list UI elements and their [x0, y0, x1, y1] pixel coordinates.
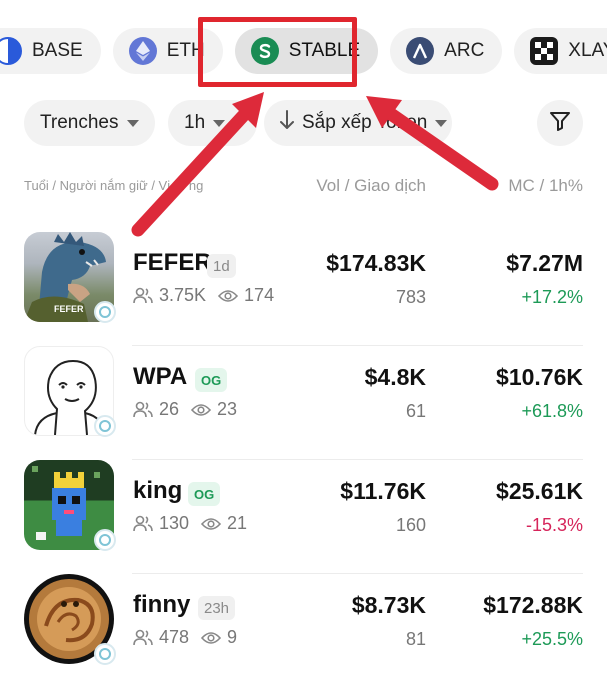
chain-badge-icon — [94, 529, 116, 551]
sort-dropdown[interactable]: Sắp xếp Token — [264, 100, 452, 146]
eye-icon — [201, 517, 222, 531]
token-transactions: 61 — [405, 401, 426, 421]
chain-chip-xlayer[interactable]: XLAYER — [514, 28, 607, 74]
holders-icon — [133, 287, 153, 305]
sort-label: Sắp xếp Token — [302, 112, 428, 133]
filter-icon — [549, 110, 571, 137]
trenches-dropdown[interactable]: Trenches — [24, 100, 155, 146]
views-count: 21 — [227, 513, 248, 533]
chain-label: BASE — [32, 40, 83, 61]
timeframe-label: 1h — [184, 112, 206, 133]
token-age-badge: 1d — [207, 254, 236, 278]
token-marketcap: $172.88K — [483, 592, 583, 618]
caret-down-icon — [435, 119, 448, 127]
token-list-screen: BASE ETH STABLE ARC XLAYER — [0, 0, 607, 680]
token-name: finny — [133, 591, 191, 618]
column-marketcap: MC / 1h% — [508, 176, 583, 195]
chain-chip-base[interactable]: BASE — [0, 28, 101, 74]
views-count: 174 — [244, 285, 275, 305]
eye-icon — [191, 403, 212, 417]
token-transactions: 783 — [395, 287, 426, 307]
token-og-badge: OG — [195, 368, 228, 392]
xlayer-icon — [530, 37, 559, 65]
holders-count: 3.75K — [159, 285, 207, 305]
token-row[interactable]: WPA OG 26 23 $4.8K 61 $10.76K +61.8% — [24, 346, 583, 460]
token-change: +25.5% — [521, 629, 583, 649]
eye-icon — [218, 289, 239, 303]
column-volume: Vol / Giao dịch — [316, 176, 426, 195]
token-row[interactable]: FEFER FEFER 1d 3.75K 174 $174.83K 783 $7… — [24, 232, 583, 346]
token-marketcap: $7.27M — [506, 250, 583, 276]
filter-button[interactable] — [537, 100, 583, 146]
eth-icon — [128, 37, 157, 65]
arrow-down-icon — [280, 110, 294, 136]
chain-badge-icon — [94, 301, 116, 323]
chain-badge-icon — [94, 643, 116, 665]
token-marketcap: $25.61K — [496, 478, 583, 504]
chain-chip-arc[interactable]: ARC — [390, 28, 503, 74]
holders-count: 130 — [159, 513, 190, 533]
views-count: 9 — [227, 627, 238, 647]
token-stats: 130 21 — [133, 513, 247, 534]
column-header: Tuổi / Người nắm giữ / Vị trí ng Vol / G… — [24, 176, 583, 196]
base-icon — [0, 37, 22, 65]
chain-badge-icon — [94, 415, 116, 437]
token-row[interactable]: finny 23h 478 9 $8.73K 81 $172.88K +25.5… — [24, 574, 583, 666]
arc-icon — [406, 37, 435, 65]
token-transactions: 160 — [395, 515, 426, 535]
holders-icon — [133, 629, 153, 647]
token-volume: $174.83K — [326, 250, 426, 276]
token-marketcap: $10.76K — [496, 364, 583, 390]
token-name: king — [133, 477, 183, 504]
holders-count: 478 — [159, 627, 190, 647]
token-change: +17.2% — [521, 287, 583, 307]
caret-down-icon — [126, 119, 139, 127]
chain-label: XLAYER — [568, 40, 607, 61]
token-volume: $4.8K — [364, 364, 426, 390]
token-volume: $8.73K — [351, 592, 426, 618]
chain-label: ARC — [444, 40, 485, 61]
token-name: FEFER — [133, 249, 212, 276]
timeframe-dropdown[interactable]: 1h — [168, 100, 257, 146]
avatar-caption: FEFER — [54, 304, 84, 314]
token-change: +61.8% — [521, 401, 583, 421]
highlight-box — [198, 17, 357, 87]
token-transactions: 81 — [405, 629, 426, 649]
filter-bar: Trenches 1h Sắp xếp Token — [24, 100, 583, 146]
token-stats: 478 9 — [133, 627, 237, 648]
caret-down-icon — [213, 119, 226, 127]
token-name: WPA — [133, 363, 188, 390]
holders-count: 26 — [159, 399, 180, 419]
token-row[interactable]: king OG 130 21 $11.76K 160 $25.61K -15.3… — [24, 460, 583, 574]
holders-icon — [133, 515, 153, 533]
column-age-holders: Tuổi / Người nắm giữ / Vị trí ng — [24, 178, 204, 193]
token-change: -15.3% — [525, 515, 583, 535]
token-stats: 26 23 — [133, 399, 237, 420]
token-volume: $11.76K — [340, 478, 426, 504]
views-count: 23 — [217, 399, 238, 419]
trenches-label: Trenches — [40, 112, 119, 133]
token-stats: 3.75K 174 — [133, 285, 274, 306]
eye-icon — [201, 631, 222, 645]
token-og-badge: OG — [188, 482, 221, 506]
holders-icon — [133, 401, 153, 419]
token-age-badge: 23h — [198, 596, 236, 620]
